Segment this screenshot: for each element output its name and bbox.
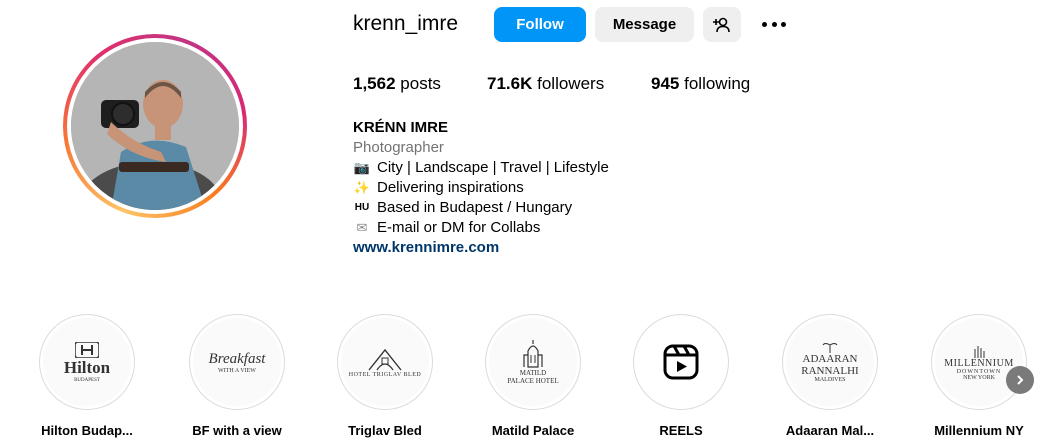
highlight-label: BF with a view (192, 423, 282, 438)
logo-title: Breakfast (208, 350, 266, 367)
sparkles-emoji: ✨ (353, 180, 371, 195)
bio-line-text: Delivering inspirations (377, 179, 524, 196)
bio-line: ✉ E-mail or DM for Collabs (353, 218, 609, 238)
logo-sub2: NEW YORK (963, 374, 995, 381)
logo-sub: PALACE HOTEL (507, 377, 559, 385)
category-label: Photographer (353, 139, 444, 156)
millennium-logo-icon (974, 345, 985, 358)
profile-avatar-ring[interactable] (63, 34, 247, 218)
followers-count: 71.6K (487, 74, 533, 93)
bio-line: 📷 City | Landscape | Travel | Lifestyle (353, 158, 609, 178)
highlight-cover[interactable] (633, 314, 729, 410)
flag-hu-emoji: HU (354, 202, 370, 213)
logo-sub: RANNALHI (801, 365, 859, 377)
following-count: 945 (651, 74, 680, 93)
follow-button[interactable]: Follow (494, 7, 586, 42)
highlight-label: Matild Palace (491, 423, 575, 438)
avatar[interactable] (71, 42, 239, 210)
logo-sub: BUDAPEST (74, 377, 100, 383)
logo-title: ADAARAN (802, 353, 858, 365)
triglav-logo-icon (368, 348, 402, 371)
full-name: KRÉNN IMRE (353, 119, 449, 136)
avatar-photo-illustration (71, 42, 239, 210)
posts-stat[interactable]: 1,562 posts (353, 74, 441, 94)
bio-line-text: Based in Budapest / Hungary (377, 199, 573, 216)
username: krenn_imre (353, 12, 459, 35)
more-dots-icon[interactable] (759, 12, 789, 36)
bio-line: ✨ Delivering inspirations (353, 178, 609, 198)
highlight-cover[interactable]: MILLENNIUM DOWNTOWN NEW YORK (931, 314, 1027, 410)
highlight-cover[interactable]: Hilton BUDAPEST (39, 314, 135, 410)
posts-label: posts (400, 74, 441, 93)
logo-sub2: MALDIVES (814, 377, 846, 383)
avatar-gap (67, 38, 243, 214)
highlights-next-button[interactable] (1006, 366, 1034, 394)
logo-title: MILLENNIUM (944, 357, 1014, 369)
hilton-logo-icon (75, 341, 99, 358)
highlight-label: Millennium NY (934, 423, 1024, 438)
bio-line: HU Based in Budapest / Hungary (353, 198, 609, 218)
camera-emoji: 📷 (353, 160, 371, 175)
add-user-button[interactable] (703, 7, 741, 42)
logo-sub: WITH A VIEW (218, 367, 256, 374)
highlight-label: Triglav Bled (348, 423, 422, 438)
highlight-cover[interactable]: Breakfast WITH A VIEW (189, 314, 285, 410)
highlight-label: Hilton Budap... (41, 423, 133, 438)
followers-stat[interactable]: 71.6K followers (487, 74, 604, 94)
message-button[interactable]: Message (595, 7, 694, 42)
logo-title: HOTEL TRIGLAV BLED (348, 372, 422, 378)
matild-palace-logo-icon (523, 340, 543, 368)
palm-logo-icon (822, 343, 838, 353)
highlight-label: REELS (659, 423, 703, 438)
person-add-icon (713, 17, 730, 32)
logo-title: Hilton (63, 357, 111, 377)
posts-count: 1,562 (353, 74, 396, 93)
highlight-cover[interactable]: HOTEL TRIGLAV BLED (337, 314, 433, 410)
website-link[interactable]: www.krennimre.com (353, 238, 609, 258)
followers-label: followers (537, 74, 605, 93)
highlight-cover[interactable]: ADAARAN RANNALHI MALDIVES (782, 314, 878, 410)
highlight-label: Adaaran Mal... (785, 423, 875, 438)
highlight-cover[interactable]: MATILD PALACE HOTEL (485, 314, 581, 410)
chevron-right-icon (1017, 375, 1024, 385)
logo-title: MATILD (519, 369, 547, 377)
bio-line-text: City | Landscape | Travel | Lifestyle (377, 159, 609, 176)
following-label: following (684, 74, 751, 93)
following-stat[interactable]: 945 following (651, 74, 750, 94)
story-highlights: Hilton BUDAPEST Hilton Budap... Breakfas… (0, 312, 1040, 440)
bio-line-text: E-mail or DM for Collabs (377, 219, 541, 236)
reels-icon (663, 344, 699, 380)
bio: KRÉNN IMRE Photographer 📷 City | Landsca… (353, 118, 609, 258)
envelope-emoji: ✉ (356, 220, 368, 235)
